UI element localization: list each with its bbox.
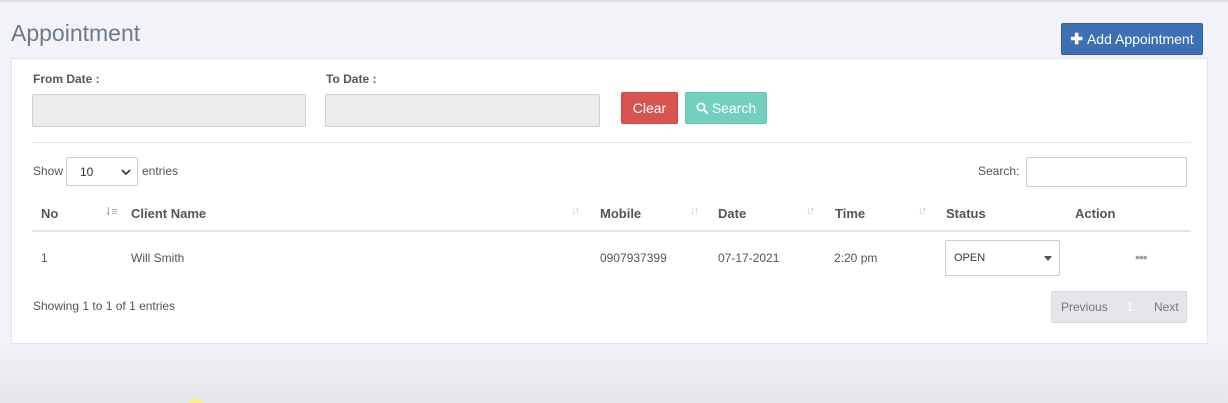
table-search-input[interactable] [1026, 157, 1187, 187]
column-header-action: Action [1075, 206, 1116, 221]
sort-icon: ↓↑ [690, 205, 699, 217]
search-button-label: Search [711, 100, 757, 116]
previous-page-button[interactable]: Previous [1052, 300, 1122, 314]
cursor-highlight [189, 398, 203, 403]
caret-down-icon [1044, 256, 1052, 261]
appointment-panel: From Date : To Date : Clear Search Show … [11, 58, 1208, 344]
add-appointment-button[interactable]: ✚ Add Appointment [1061, 23, 1203, 55]
cell-mobile: 0907937399 [600, 251, 667, 265]
from-date-input[interactable] [32, 94, 306, 127]
add-appointment-label: Add Appointment [1086, 31, 1194, 47]
sort-icon: ↓↑ [571, 205, 580, 217]
magnifier-icon [696, 102, 708, 114]
sort-icon: ↓↑ [806, 205, 815, 217]
sort-desc-icon: ⇃≡ [104, 206, 118, 218]
column-header-mobile[interactable]: Mobile [600, 206, 641, 221]
page-number-button[interactable]: 1 [1122, 300, 1138, 314]
cell-time: 2:20 pm [834, 251, 878, 265]
cell-no: 1 [41, 251, 48, 265]
table-search-label: Search: [978, 164, 1020, 178]
column-header-client-name[interactable]: Client Name [131, 206, 206, 221]
page: Appointment ✚ Add Appointment From Date … [0, 0, 1228, 403]
chevron-down-icon [121, 169, 131, 176]
next-page-button[interactable]: Next [1138, 300, 1179, 314]
cell-date: 07-17-2021 [718, 251, 780, 265]
show-label: Show [33, 164, 64, 178]
status-select[interactable]: OPEN [945, 240, 1060, 276]
sort-icon: ↓↑ [918, 205, 927, 217]
table-info: Showing 1 to 1 of 1 entries [33, 299, 176, 313]
to-date-input[interactable] [325, 94, 600, 127]
entries-select[interactable]: 10 [66, 157, 138, 186]
to-date-label: To Date : [326, 72, 377, 86]
page-title: Appointment [11, 20, 141, 46]
search-button[interactable]: Search [685, 92, 767, 124]
more-options-icon[interactable]: ••• [1135, 249, 1148, 265]
from-date-label: From Date : [33, 72, 100, 86]
pagination: Previous 1 Next [1051, 291, 1187, 323]
entries-label: entries [142, 164, 179, 178]
column-header-status[interactable]: Status [946, 206, 986, 221]
filter-divider [32, 142, 1191, 143]
column-header-time[interactable]: Time [835, 206, 865, 221]
entries-value: 10 [80, 164, 94, 179]
table-header-divider [32, 230, 1191, 232]
cell-client-name: Will Smith [131, 251, 185, 265]
status-value: OPEN [954, 252, 986, 264]
column-header-date[interactable]: Date [718, 206, 746, 221]
clear-button[interactable]: Clear [621, 92, 678, 124]
plus-icon: ✚ [1070, 31, 1083, 48]
column-header-no[interactable]: No [41, 206, 58, 221]
